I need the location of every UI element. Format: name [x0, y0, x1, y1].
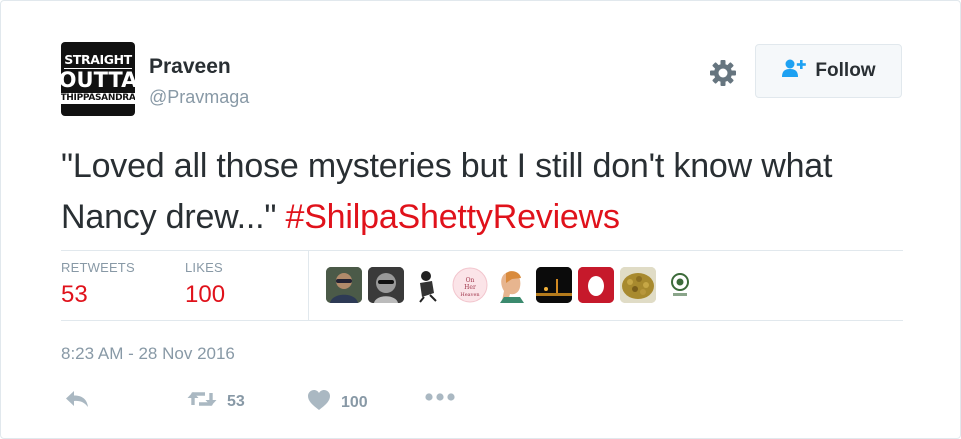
hashtag-link[interactable]: #ShilpaShettyReviews [286, 198, 620, 236]
follow-label: Follow [815, 60, 876, 81]
avatar-egg-red[interactable] [578, 267, 614, 303]
avatar-dark-lights[interactable] [536, 267, 572, 303]
retweets-count: 53 [61, 281, 88, 308]
gear-icon[interactable] [707, 57, 739, 89]
reply-icon [64, 389, 90, 414]
retweets-stat[interactable]: RETWEETS 53 [61, 260, 135, 309]
more-dots-icon [425, 389, 455, 407]
tweet-card: STRAIGHT OUTTA THIPPASANDRA Praveen @Pra… [0, 0, 961, 439]
user-handle[interactable]: @Pravmaga [149, 87, 249, 108]
divider [308, 251, 309, 320]
user-name[interactable]: Praveen [149, 55, 231, 79]
retweet-icon [187, 389, 217, 414]
liker-avatars: On Her Heaven [326, 267, 698, 303]
tweet-timestamp[interactable]: 8:23 AM - 28 Nov 2016 [61, 344, 235, 364]
likes-stat[interactable]: LIKES 100 [185, 260, 225, 309]
avatar-person-glasses[interactable] [326, 267, 362, 303]
heart-icon [307, 389, 331, 416]
like-button[interactable]: 100 [307, 389, 368, 416]
add-user-icon [781, 58, 807, 84]
avatar-text-line-2: OUTTA [61, 67, 135, 92]
divider [61, 320, 903, 321]
follow-button[interactable]: Follow [755, 44, 902, 98]
svg-text:Her: Her [464, 284, 476, 291]
avatar-text-line-1: STRAIGHT [64, 52, 132, 69]
user-avatar[interactable]: STRAIGHT OUTTA THIPPASANDRA [61, 42, 135, 116]
likes-count: 100 [185, 281, 226, 308]
avatar-sketch-figure[interactable] [410, 267, 446, 303]
tweet-text: "Loved all those mysteries but I still d… [61, 141, 921, 243]
more-button[interactable] [425, 389, 455, 407]
retweets-label: RETWEETS [61, 260, 135, 275]
likes-label: LIKES [185, 260, 223, 275]
avatar-person-bw[interactable] [368, 267, 404, 303]
svg-text:On: On [466, 277, 475, 284]
svg-text:Heaven: Heaven [460, 292, 480, 298]
avatar-green-logo[interactable] [662, 267, 698, 303]
reply-button[interactable] [64, 389, 90, 414]
avatar-cartoon-profile[interactable] [494, 267, 530, 303]
retweet-button[interactable]: 53 [187, 389, 245, 414]
avatar-pink-badge[interactable]: On Her Heaven [452, 267, 488, 303]
avatar-text-line-3: THIPPASANDRA [61, 92, 135, 104]
like-action-count: 100 [341, 393, 368, 411]
retweet-action-count: 53 [227, 392, 245, 410]
divider [61, 250, 903, 251]
avatar-food[interactable] [620, 267, 656, 303]
